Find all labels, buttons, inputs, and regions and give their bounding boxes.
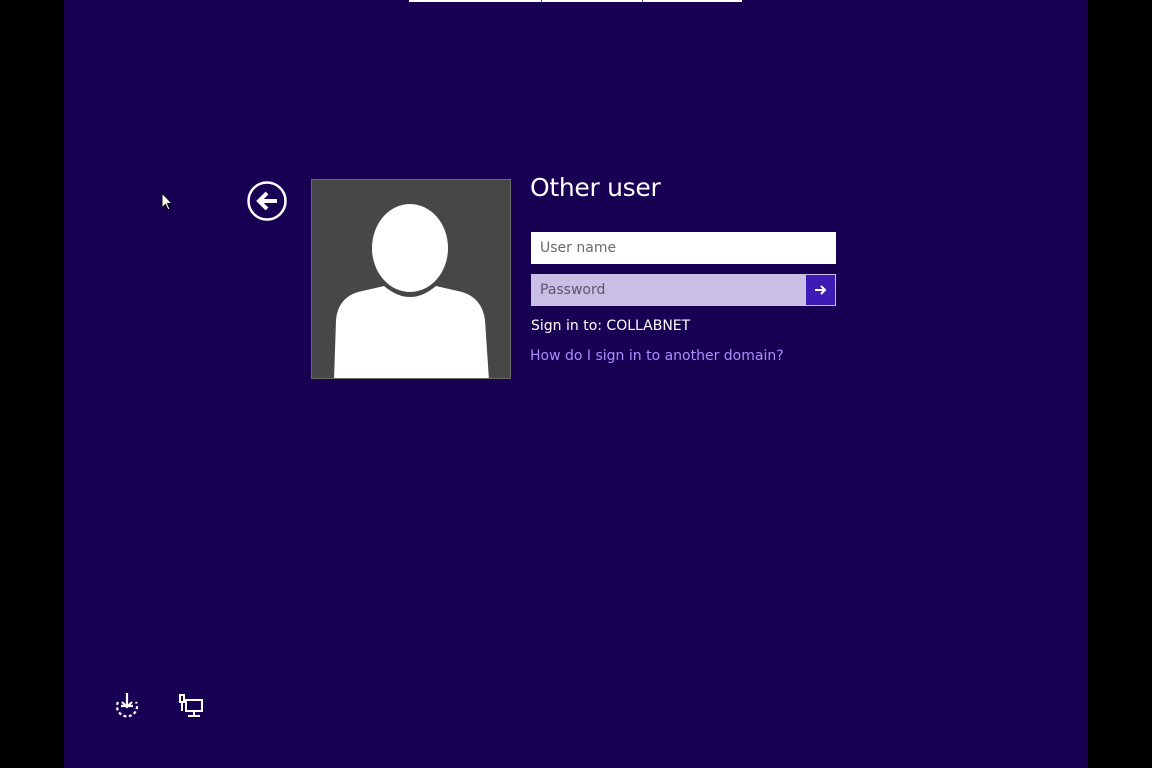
network-button[interactable] (176, 691, 206, 721)
network-icon (179, 694, 203, 717)
password-field-group (531, 274, 836, 306)
password-input[interactable] (532, 275, 806, 305)
mouse-cursor-icon (161, 192, 173, 211)
lock-screen: Other user Sign in to: COLLABNET How do … (64, 0, 1088, 768)
ease-of-access-icon (115, 693, 139, 718)
ease-of-access-button[interactable] (112, 691, 142, 721)
page-title: Other user (530, 173, 661, 202)
username-input[interactable] (531, 232, 836, 264)
domain-help-link[interactable]: How do I sign in to another domain? (530, 348, 784, 364)
user-silhouette-icon (334, 204, 489, 378)
user-avatar (311, 179, 511, 379)
back-arrow-icon (247, 181, 287, 221)
top-indicator-strip (409, 0, 742, 2)
sign-in-domain-label: Sign in to: COLLABNET (531, 318, 691, 334)
arrow-right-icon (814, 285, 826, 295)
submit-button[interactable] (806, 275, 835, 305)
back-button[interactable] (246, 180, 288, 222)
